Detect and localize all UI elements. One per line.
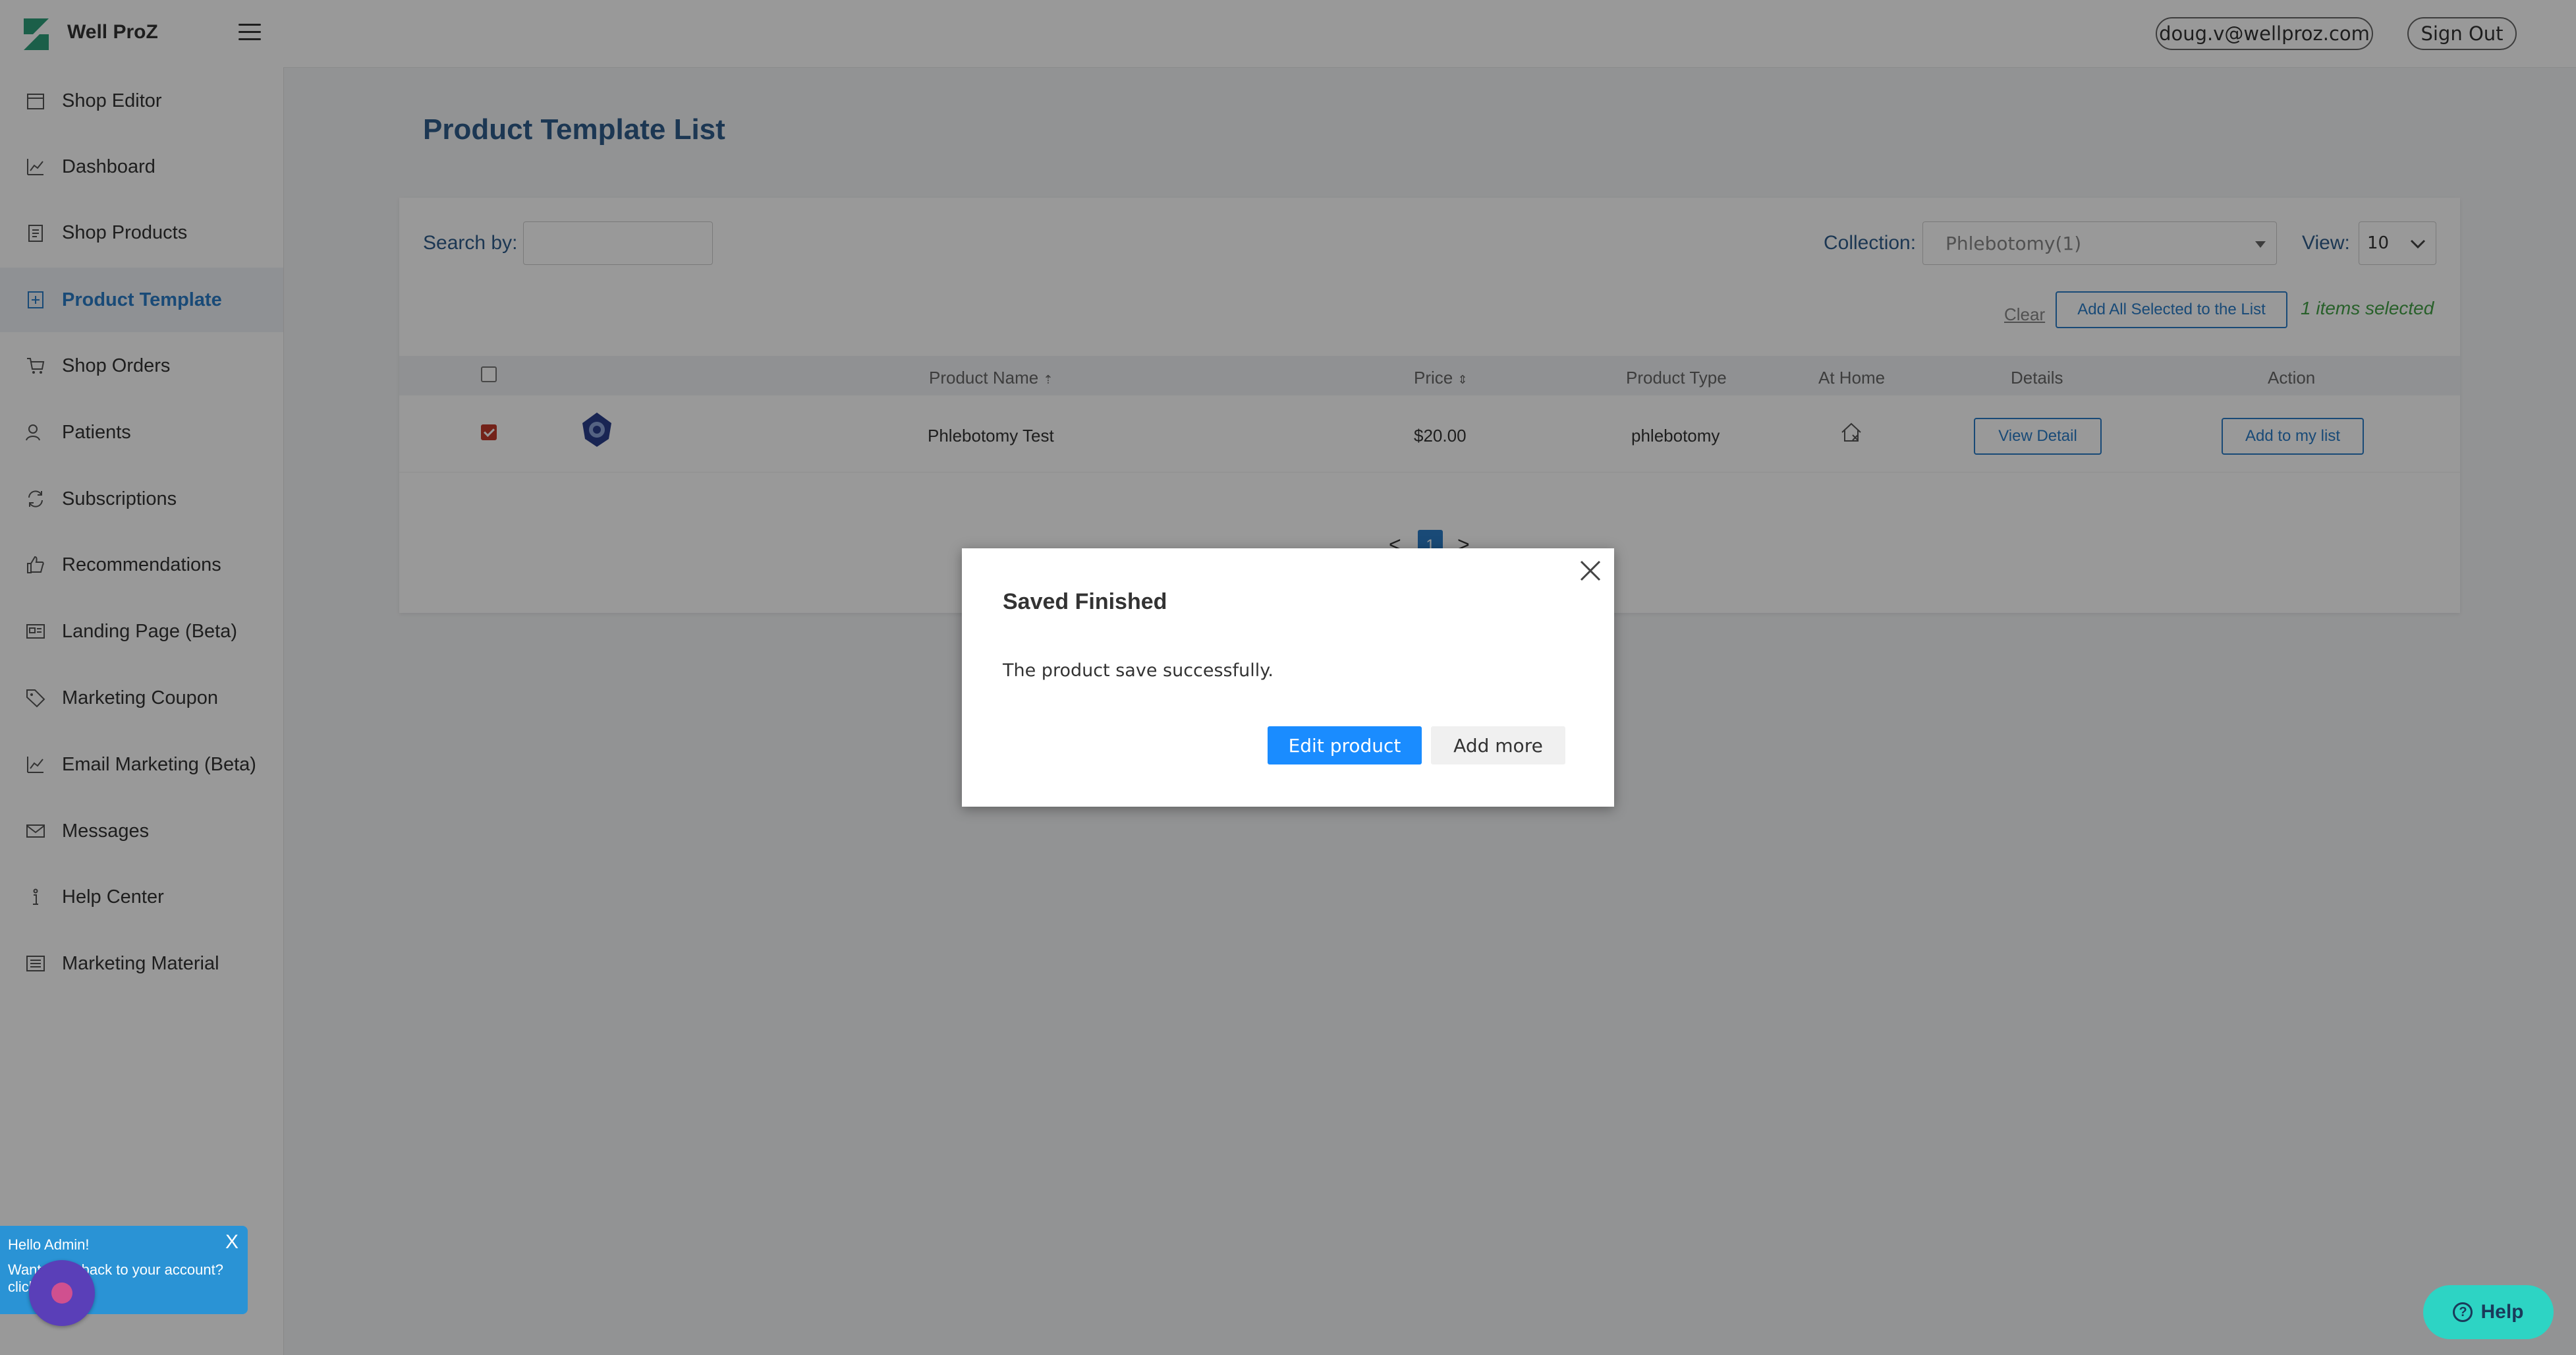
help-label: Help [2480,1301,2524,1323]
add-more-button[interactable]: Add more [1431,726,1565,764]
edit-product-button[interactable]: Edit product [1268,726,1422,764]
close-icon[interactable] [1577,558,1604,584]
dialog-title: Saved Finished [1003,589,1167,614]
chat-greeting: Hello Admin! [8,1236,90,1253]
chat-close-icon[interactable]: X [225,1231,238,1254]
save-success-dialog: Saved Finished The product save successf… [962,548,1614,807]
help-button[interactable]: ? Help [2423,1285,2554,1339]
dialog-message: The product save successfully. [1003,660,1274,681]
chat-launcher-icon[interactable] [29,1260,95,1326]
question-icon: ? [2453,1302,2473,1322]
